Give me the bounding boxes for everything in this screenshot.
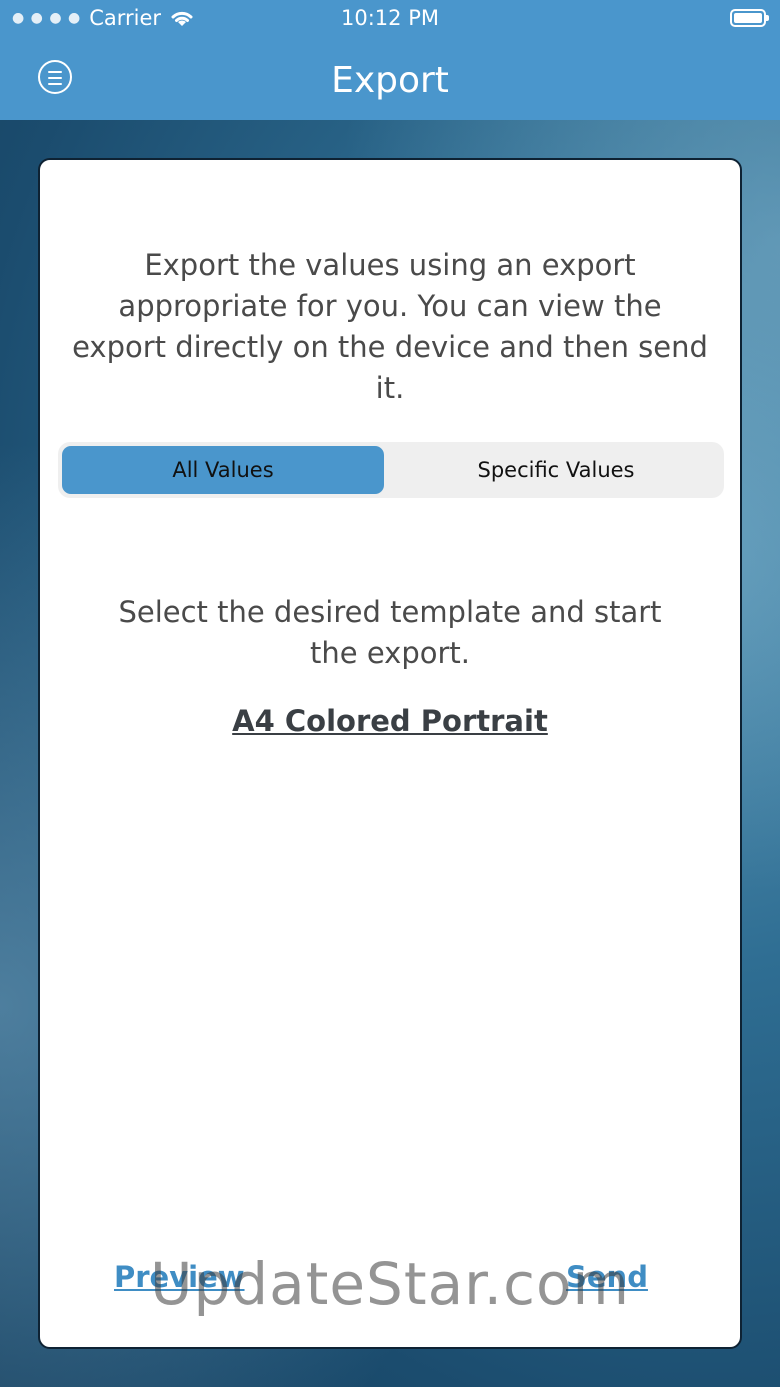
segment-specific-values[interactable]: Specific Values bbox=[392, 446, 720, 494]
page-title: Export bbox=[331, 60, 449, 101]
export-card: Export the values using an export approp… bbox=[38, 158, 742, 1349]
nav-bar: Export bbox=[0, 40, 780, 120]
preview-button[interactable]: Preview bbox=[114, 1260, 245, 1294]
template-link[interactable]: A4 Colored Portrait bbox=[40, 704, 740, 738]
status-time: 10:12 PM bbox=[341, 6, 439, 30]
intro-text: Export the values using an export approp… bbox=[72, 248, 708, 405]
send-button[interactable]: Send bbox=[566, 1260, 648, 1294]
values-segmented-control: All Values Specific Values bbox=[58, 442, 724, 498]
select-template-text: Select the desired template and start th… bbox=[118, 595, 662, 670]
status-bar: ● ● ● ● Carrier 10:12 PM bbox=[0, 0, 780, 40]
segment-all-values[interactable]: All Values bbox=[62, 446, 384, 494]
battery-icon bbox=[730, 9, 769, 27]
